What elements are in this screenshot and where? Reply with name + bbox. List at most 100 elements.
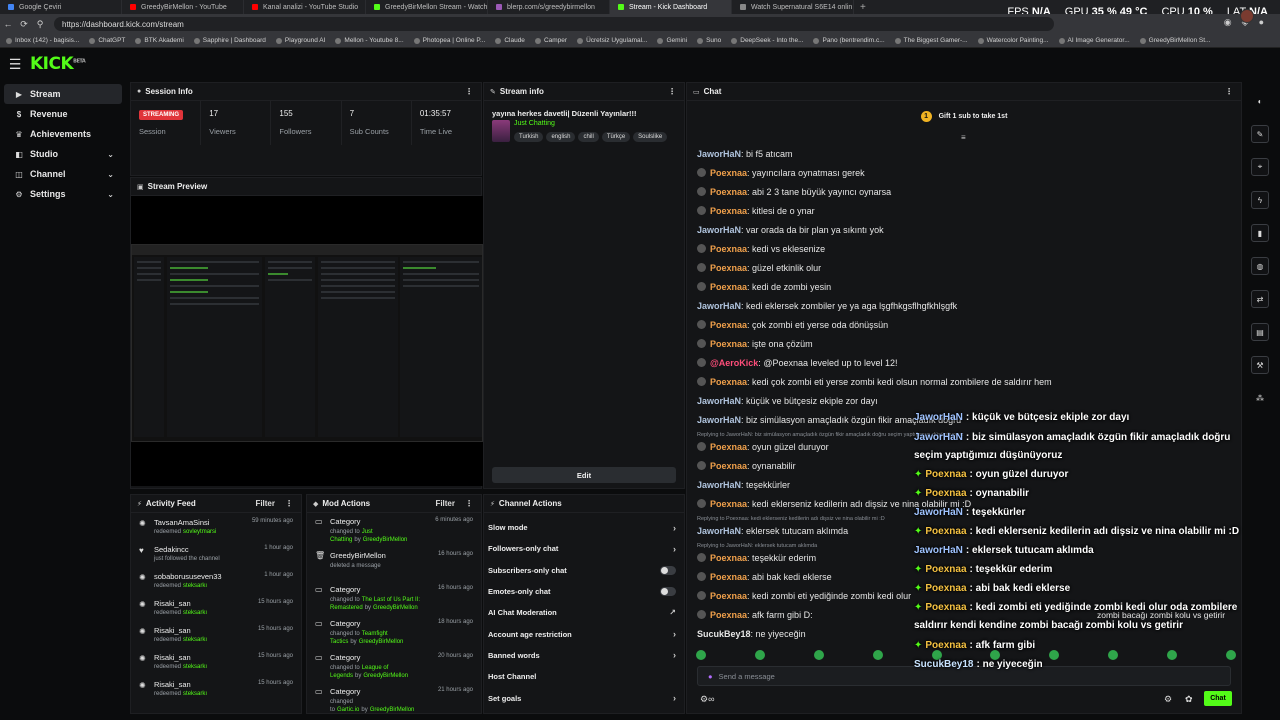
clipboard-icon[interactable]: ▮ bbox=[1251, 224, 1269, 242]
bookmark-item[interactable]: Camper bbox=[534, 37, 567, 44]
emote-icon[interactable] bbox=[696, 650, 706, 660]
chat-message[interactable]: Poexnaa: yayıncılara oynatması gerek bbox=[697, 168, 865, 178]
mod-action-item[interactable]: ▭ Category changed to The Last of Us Part I… bbox=[307, 581, 481, 615]
emote-icon[interactable] bbox=[1049, 650, 1060, 660]
gift-banner[interactable]: 1 Gift 1 sub to take 1st bbox=[687, 101, 1241, 131]
browser-tab[interactable]: Watch Supernatural S6E14 onlin bbox=[732, 0, 854, 14]
browser-tab[interactable]: Stream - Kick Dashboard bbox=[610, 0, 732, 14]
chat-message[interactable]: Poexnaa: kedi zombi eti yediğinde zombi … bbox=[697, 591, 911, 601]
chat-message[interactable]: JaworHaN: küçük ve bütçesiz ekiple zor d… bbox=[697, 396, 878, 406]
bookmark-item[interactable]: Inbox (142) - bagisis... bbox=[6, 37, 79, 44]
kick-logo[interactable]: KICKBETA bbox=[30, 54, 86, 74]
chat-message[interactable]: JaworHaN: bi f5 atıcam bbox=[697, 149, 793, 159]
chat-username[interactable]: Poexnaa bbox=[710, 244, 747, 254]
mod-action-item[interactable]: 🗑 GreedyBirMellon deleted a message 16 hour… bbox=[307, 547, 481, 581]
sidebar-item-stream[interactable]: ▶ Stream bbox=[4, 84, 122, 104]
channel-action-ai-chat-moderation[interactable]: AI Chat Moderation ↗ bbox=[484, 602, 684, 623]
browser-tab[interactable]: GreedyBirMellon Stream - Watch bbox=[366, 0, 488, 14]
chat-username[interactable]: JaworHaN bbox=[697, 526, 741, 536]
bookmark-item[interactable]: BTK Akademi bbox=[135, 37, 184, 44]
chat-message[interactable]: Poexnaa: işte ona çözüm bbox=[697, 339, 813, 349]
mod-action-item[interactable]: ▭ Category changed to League of Legends by Gr… bbox=[307, 649, 481, 683]
channel-action-host-channel[interactable]: Host Channel bbox=[484, 666, 684, 687]
share-icon[interactable]: ⁂ bbox=[1251, 389, 1269, 407]
more-icon[interactable]: ⋮ bbox=[668, 87, 676, 96]
emote-picker-icon[interactable]: ● bbox=[708, 672, 713, 681]
emote-icon[interactable] bbox=[813, 650, 824, 660]
bookmark-item[interactable]: Photopea | Online P... bbox=[413, 37, 485, 44]
channel-action-set-goals[interactable]: Set goals › bbox=[484, 687, 684, 708]
category-name[interactable]: Just Chatting bbox=[514, 120, 667, 127]
profile-icon[interactable]: ● bbox=[1259, 17, 1264, 28]
chat-username[interactable]: JaworHaN bbox=[697, 149, 741, 159]
more-icon[interactable]: ⋮ bbox=[465, 499, 473, 508]
chat-message[interactable]: Poexnaa: oynanabilir bbox=[697, 461, 796, 471]
channel-action-account-age-restriction[interactable]: Account age restriction › bbox=[484, 623, 684, 644]
tag-chip[interactable]: Turkish bbox=[514, 132, 544, 142]
bookmark-item[interactable]: Mellon - Youtube 8... bbox=[335, 37, 404, 44]
emote-icon[interactable] bbox=[1225, 650, 1236, 660]
emote-icon[interactable] bbox=[872, 650, 883, 660]
bookmark-item[interactable]: DeepSeek - Into the... bbox=[731, 37, 803, 44]
chat-username[interactable]: Poexnaa bbox=[710, 320, 747, 330]
settings-chat-icon[interactable]: ⚙∞ bbox=[700, 694, 714, 705]
emote-icon[interactable] bbox=[1108, 650, 1119, 660]
channel-action-followers-only-chat[interactable]: Followers-only chat › bbox=[484, 538, 684, 559]
channel-action-banned-words[interactable]: Banned words › bbox=[484, 645, 684, 666]
browser-tab[interactable]: Google Çeviri bbox=[0, 0, 122, 14]
mod-action-item[interactable]: ▭ Category changed to Gartic.io by GreedyBirM… bbox=[307, 683, 481, 713]
site-info-icon[interactable]: ⚲ bbox=[32, 19, 48, 30]
chat-username[interactable]: Poexnaa bbox=[710, 282, 747, 292]
toggle-switch[interactable] bbox=[660, 587, 676, 597]
message-icon[interactable]: ◍ bbox=[1251, 257, 1269, 275]
link-icon[interactable]: ⇄ bbox=[1251, 290, 1269, 308]
channel-action-subscribers-only-chat[interactable]: Subscribers-only chat bbox=[484, 560, 684, 581]
chat-message[interactable]: Poexnaa: teşekkür ederim bbox=[697, 553, 816, 563]
chat-message[interactable]: Poexnaa: kedi vs eklesenize bbox=[697, 244, 825, 254]
more-icon[interactable]: ⋮ bbox=[285, 499, 293, 508]
emote-icon[interactable]: ✿ bbox=[1185, 694, 1193, 705]
activity-item[interactable]: ♥ Sedakincc just followed the channel 1 hou… bbox=[131, 540, 301, 567]
bookmark-item[interactable]: Watercolor Painting... bbox=[977, 37, 1049, 44]
bookmark-item[interactable]: AI Image Generator... bbox=[1058, 37, 1130, 44]
wrench-icon[interactable]: ⚒ bbox=[1251, 356, 1269, 374]
chat-message[interactable]: JaworHaN: kedi eklersek zombiler ye ya a… bbox=[697, 301, 957, 311]
tag-chip[interactable]: chill bbox=[578, 132, 599, 142]
filter-button[interactable]: Filter bbox=[255, 499, 275, 508]
chat-message[interactable]: @AeroKick: @Poexnaa leveled up to level … bbox=[697, 358, 898, 368]
chat-username[interactable]: JaworHaN bbox=[697, 396, 741, 406]
bolt-icon[interactable]: ϟ bbox=[1251, 191, 1269, 209]
sidebar-item-achievements[interactable]: ♛ Achievements bbox=[4, 124, 122, 144]
chat-username[interactable]: Poexnaa bbox=[710, 591, 747, 601]
chat-username[interactable]: Poexnaa bbox=[710, 499, 747, 509]
browser-tab[interactable]: Kanal analizi - YouTube Studio bbox=[244, 0, 366, 14]
focus-icon[interactable]: ⌖ bbox=[1251, 158, 1269, 176]
filter-button[interactable]: Filter bbox=[435, 499, 455, 508]
pencil-icon[interactable]: ✎ bbox=[1251, 125, 1269, 143]
menu-icon[interactable]: ☰ bbox=[0, 56, 30, 73]
chat-username[interactable]: Poexnaa bbox=[710, 610, 747, 620]
chat-username[interactable]: JaworHaN bbox=[697, 415, 741, 425]
save-icon[interactable]: ▤ bbox=[1251, 323, 1269, 341]
emote-icon[interactable] bbox=[1167, 650, 1177, 660]
chat-username[interactable]: Poexnaa bbox=[710, 168, 747, 178]
bookmark-item[interactable]: Sapphire | Dashboard bbox=[193, 37, 266, 44]
sidebar-item-settings[interactable]: ⚙ Settings ⌄ bbox=[4, 184, 122, 204]
bookmark-item[interactable]: GreedyBirMellon St... bbox=[1139, 37, 1210, 44]
bookmark-item[interactable]: Gemini bbox=[657, 37, 687, 44]
url-field[interactable]: https://dashboard.kick.com/stream bbox=[54, 17, 1054, 31]
new-tab-icon[interactable]: + bbox=[854, 2, 872, 13]
user-avatar[interactable] bbox=[1240, 9, 1254, 23]
chat-message[interactable]: JaworHaN: teşekkürler bbox=[697, 480, 790, 490]
chat-username[interactable]: Poexnaa bbox=[710, 461, 747, 471]
bookmark-item[interactable]: Playground AI bbox=[275, 37, 325, 44]
chat-username[interactable]: Poexnaa bbox=[710, 187, 747, 197]
activity-item[interactable]: ✺ TavsanAmaSinsi redeemed sovleytmarsi 59 mi… bbox=[131, 513, 301, 540]
chat-username[interactable]: JaworHaN bbox=[697, 301, 741, 311]
chat-message[interactable]: Poexnaa: afk farm gibi D: bbox=[697, 610, 813, 620]
bookmark-item[interactable]: Ücretsiz Uygulamal... bbox=[577, 37, 647, 44]
chat-message[interactable]: Poexnaa: çok zombi eti yerse oda dönüşsü… bbox=[697, 320, 888, 330]
tag-chip[interactable]: Türkçe bbox=[601, 132, 631, 142]
sidebar-item-channel[interactable]: ◫ Channel ⌄ bbox=[4, 164, 122, 184]
tag-chip[interactable]: Soulslike bbox=[633, 132, 668, 142]
